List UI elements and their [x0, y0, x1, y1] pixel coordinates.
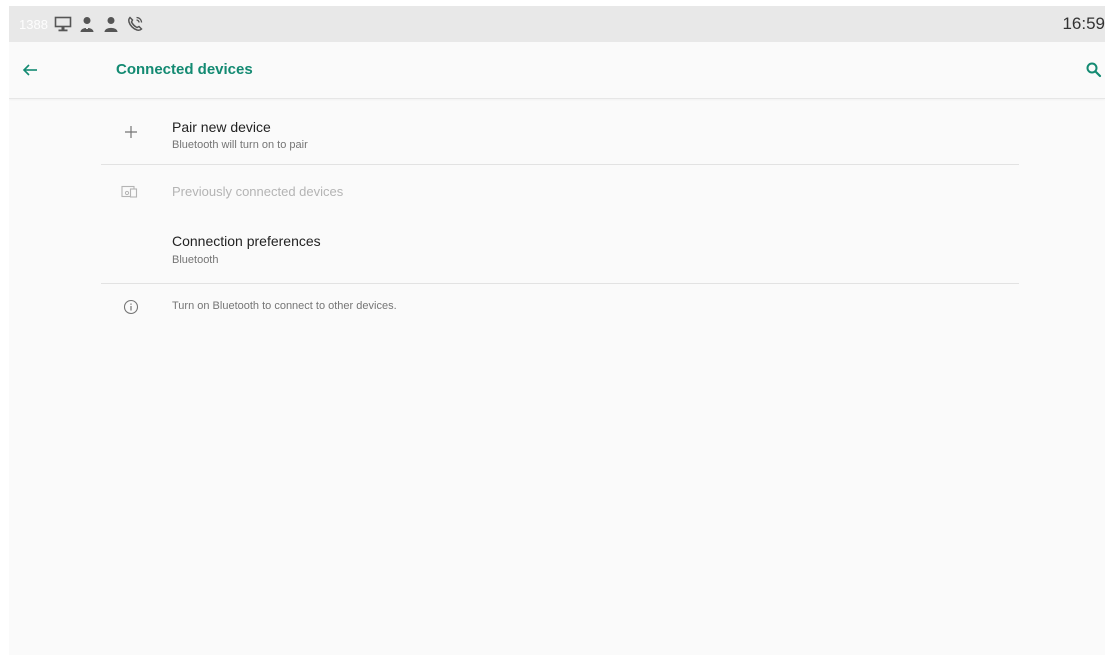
previously-connected-devices-item: Previously connected devices — [101, 166, 1019, 218]
user-icon — [80, 17, 94, 32]
divider — [101, 164, 1019, 165]
connection-preferences-item[interactable]: Connection preferences Bluetooth — [101, 220, 1019, 282]
monitor-icon — [54, 16, 72, 32]
footer-text: Turn on Bluetooth to connect to other de… — [172, 300, 397, 312]
connection-preferences-summary: Bluetooth — [172, 254, 219, 266]
divider — [101, 283, 1019, 284]
search-icon[interactable] — [1083, 59, 1105, 81]
page-title: Connected devices — [116, 61, 253, 78]
status-time: 16:59 — [1062, 14, 1105, 33]
pair-new-device-summary: Bluetooth will turn on to pair — [172, 139, 308, 151]
plus-icon — [119, 120, 143, 144]
info-icon — [119, 295, 143, 319]
status-extension: 1388 — [19, 16, 48, 32]
status-bar: 1388 16:59 — [9, 6, 1105, 42]
connection-preferences-title: Connection preferences — [172, 233, 321, 249]
previously-connected-devices-title: Previously connected devices — [172, 184, 344, 199]
phone-call-icon — [127, 16, 143, 31]
pair-new-device-item[interactable]: Pair new device Bluetooth will turn on t… — [101, 102, 1019, 166]
bluetooth-footer: Turn on Bluetooth to connect to other de… — [101, 285, 1019, 329]
devices-icon — [119, 180, 143, 204]
pair-new-device-title: Pair new device — [172, 119, 271, 135]
screen: 1388 16:59 Connected devices Pair new de… — [9, 6, 1105, 655]
arrow-back-icon[interactable] — [19, 59, 41, 81]
status-left: 1388 — [19, 14, 144, 34]
app-bar: Connected devices — [9, 42, 1105, 99]
user-icon — [104, 17, 118, 32]
